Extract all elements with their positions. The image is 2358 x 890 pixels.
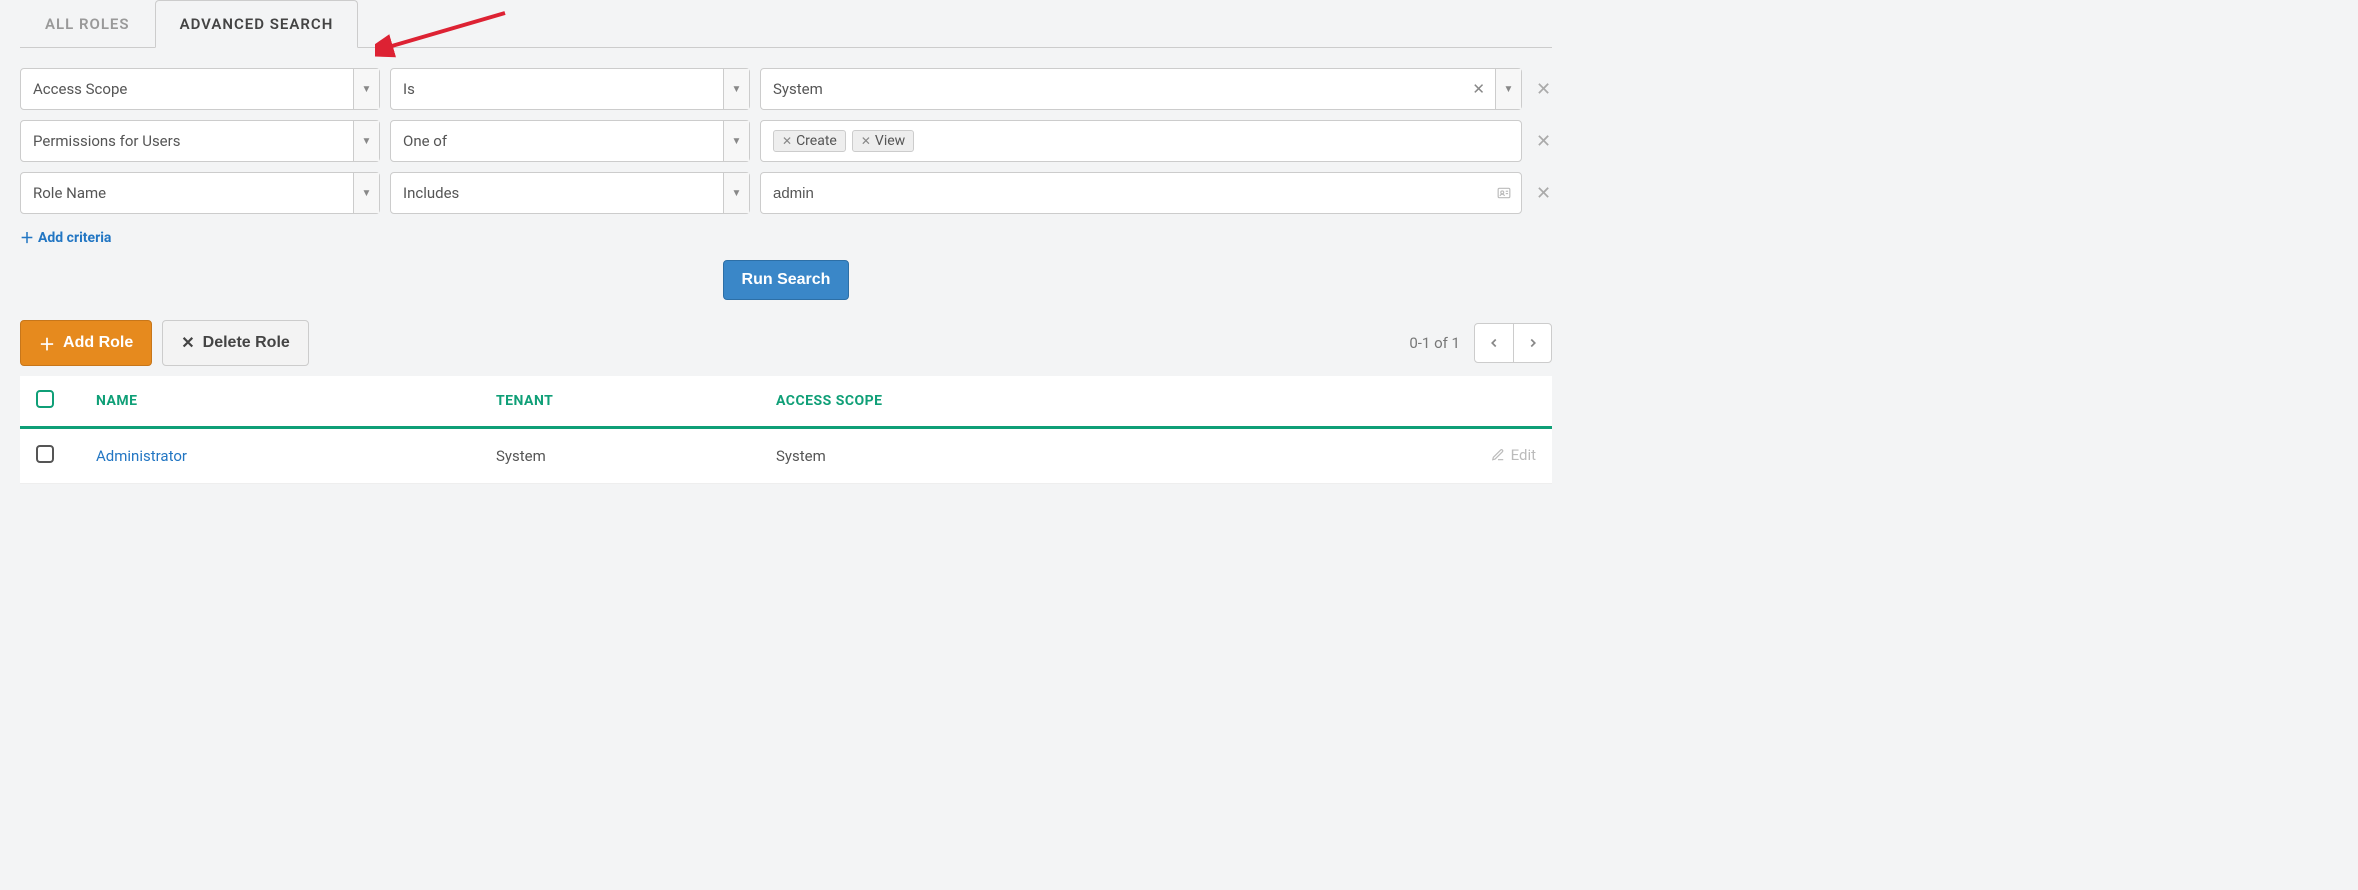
chevron-down-icon: ▼ (353, 69, 379, 109)
remove-tag-icon[interactable]: ✕ (861, 134, 871, 148)
chevron-down-icon: ▼ (353, 173, 379, 213)
criteria-operator-select[interactable]: Is ▼ (390, 68, 750, 110)
table-header-name[interactable]: NAME (80, 376, 480, 428)
criteria-value-tag-list: ✕ Create ✕ View (761, 121, 1521, 161)
criteria-field-label: Role Name (21, 173, 353, 213)
table-toolbar: ＋ Add Role ✕ Delete Role 0-1 of 1 (20, 320, 1552, 366)
clear-value-icon[interactable]: ✕ (1462, 69, 1495, 109)
value-tag: ✕ Create (773, 130, 846, 152)
criteria-value-label: System (761, 69, 1462, 109)
chevron-down-icon: ▼ (723, 69, 749, 109)
tab-all-roles[interactable]: ALL ROLES (20, 0, 155, 48)
criteria-operator-select[interactable]: Includes ▼ (390, 172, 750, 214)
plus-icon: ＋ (39, 331, 55, 355)
criteria-row: Role Name ▼ Includes ▼ ✕ (20, 172, 1552, 214)
chevron-down-icon: ▼ (1495, 69, 1521, 109)
criteria-operator-label: One of (391, 121, 723, 161)
value-tag-label: View (875, 133, 905, 149)
contact-card-icon[interactable] (1487, 173, 1521, 213)
row-checkbox[interactable] (36, 445, 54, 463)
remove-criteria-icon[interactable]: ✕ (1532, 183, 1552, 204)
row-tenant: System (480, 428, 760, 484)
add-criteria-link[interactable]: ＋ Add criteria (20, 228, 111, 248)
add-role-button[interactable]: ＋ Add Role (20, 320, 152, 366)
value-tag-label: Create (796, 133, 837, 149)
criteria-value-inner (761, 173, 1487, 213)
criteria-operator-select[interactable]: One of ▼ (390, 120, 750, 162)
tab-advanced-search[interactable]: ADVANCED SEARCH (155, 0, 359, 48)
table-header-access-scope[interactable]: ACCESS SCOPE (760, 376, 1432, 428)
criteria-value-select[interactable]: System ✕ ▼ (760, 68, 1522, 110)
edit-label: Edit (1511, 446, 1536, 464)
run-search-button[interactable]: Run Search (723, 260, 850, 300)
roles-table: NAME TENANT ACCESS SCOPE Administrator S… (20, 376, 1552, 484)
remove-criteria-icon[interactable]: ✕ (1532, 131, 1552, 152)
criteria-field-select[interactable]: Role Name ▼ (20, 172, 380, 214)
tabs: ALL ROLES ADVANCED SEARCH (20, 0, 1552, 48)
criteria-value-input[interactable] (773, 173, 1475, 213)
edit-row-button[interactable]: Edit (1491, 446, 1536, 464)
plus-icon: ＋ (20, 228, 34, 248)
select-all-checkbox[interactable] (36, 390, 54, 408)
value-tag: ✕ View (852, 130, 914, 152)
criteria-field-label: Access Scope (21, 69, 353, 109)
criteria-value-input-wrap (760, 172, 1522, 214)
pager (1474, 323, 1552, 363)
pencil-icon (1491, 448, 1505, 462)
chevron-down-icon: ▼ (723, 121, 749, 161)
remove-tag-icon[interactable]: ✕ (782, 134, 792, 148)
pagination-range: 0-1 of 1 (1409, 334, 1460, 352)
role-name-link[interactable]: Administrator (96, 447, 187, 465)
pager-next-button[interactable] (1513, 324, 1551, 362)
remove-criteria-icon[interactable]: ✕ (1532, 79, 1552, 100)
table-header-row: NAME TENANT ACCESS SCOPE (20, 376, 1552, 428)
criteria-field-select[interactable]: Permissions for Users ▼ (20, 120, 380, 162)
criteria-field-label: Permissions for Users (21, 121, 353, 161)
criteria-row: Permissions for Users ▼ One of ▼ ✕ Creat… (20, 120, 1552, 162)
chevron-down-icon: ▼ (353, 121, 379, 161)
criteria-operator-label: Includes (391, 173, 723, 213)
criteria-value-tags[interactable]: ✕ Create ✕ View (760, 120, 1522, 162)
row-access-scope: System (760, 428, 1432, 484)
chevron-down-icon: ▼ (723, 173, 749, 213)
table-header-tenant[interactable]: TENANT (480, 376, 760, 428)
delete-role-label: Delete Role (203, 334, 290, 352)
criteria-field-select[interactable]: Access Scope ▼ (20, 68, 380, 110)
criteria-operator-label: Is (391, 69, 723, 109)
close-icon: ✕ (181, 333, 194, 353)
table-row: Administrator System System Edit (20, 428, 1552, 484)
add-role-label: Add Role (63, 334, 133, 352)
pager-prev-button[interactable] (1475, 324, 1513, 362)
add-criteria-label: Add criteria (38, 230, 111, 246)
delete-role-button[interactable]: ✕ Delete Role (162, 320, 309, 366)
criteria-row: Access Scope ▼ Is ▼ System ✕ ▼ ✕ (20, 68, 1552, 110)
